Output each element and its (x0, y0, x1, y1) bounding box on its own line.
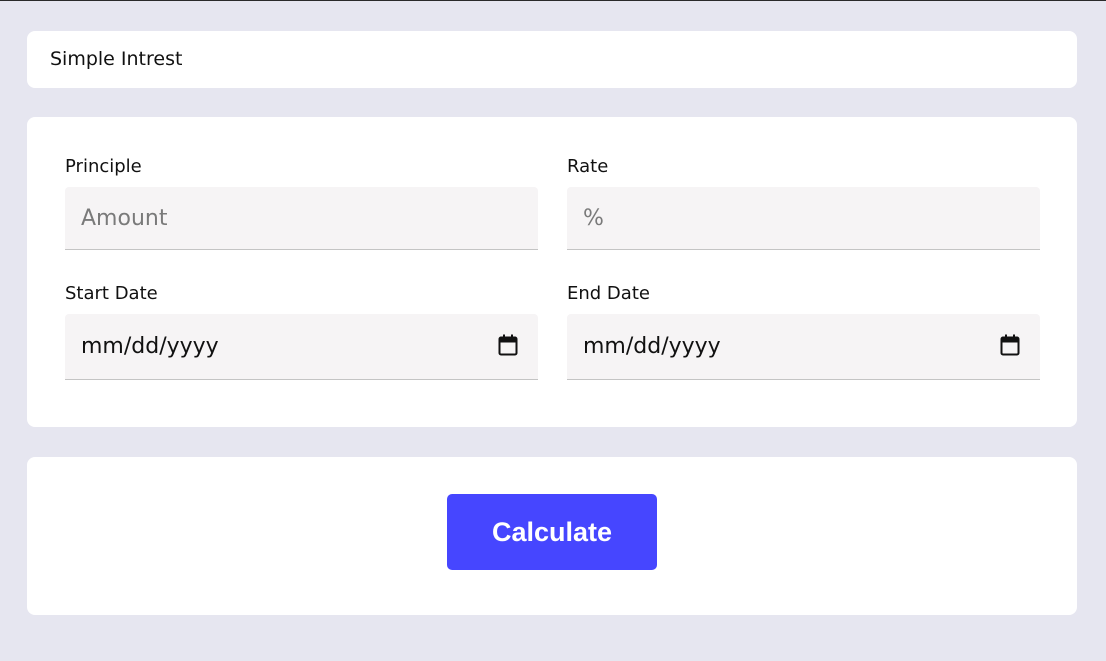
start-date-field: Start Date mm/dd/yyyy (65, 282, 538, 380)
start-date-label: Start Date (65, 283, 158, 304)
start-date-value[interactable]: mm/dd/yyyy (81, 314, 219, 379)
calendar-icon[interactable] (1000, 334, 1020, 356)
title-card: Simple Intrest (27, 31, 1077, 88)
end-date-label: End Date (567, 283, 650, 304)
start-date-input[interactable]: mm/dd/yyyy (65, 314, 538, 380)
end-date-field: End Date mm/dd/yyyy (567, 282, 1040, 380)
action-card: Calculate (27, 457, 1077, 615)
principle-input[interactable] (65, 187, 538, 249)
rate-input-box[interactable] (567, 187, 1040, 250)
principle-label: Principle (65, 156, 142, 177)
rate-label: Rate (567, 156, 609, 177)
end-date-value[interactable]: mm/dd/yyyy (583, 314, 721, 379)
calendar-icon[interactable] (498, 334, 518, 356)
end-date-input[interactable]: mm/dd/yyyy (567, 314, 1040, 380)
calculate-button[interactable]: Calculate (447, 494, 657, 570)
principle-input-box[interactable] (65, 187, 538, 250)
rate-field: Rate (567, 155, 1040, 250)
form-card: Principle Rate Start Date mm/dd/yyyy End… (27, 117, 1077, 427)
rate-input[interactable] (567, 187, 1040, 249)
page-title: Simple Intrest (50, 48, 183, 70)
principle-field: Principle (65, 155, 538, 250)
